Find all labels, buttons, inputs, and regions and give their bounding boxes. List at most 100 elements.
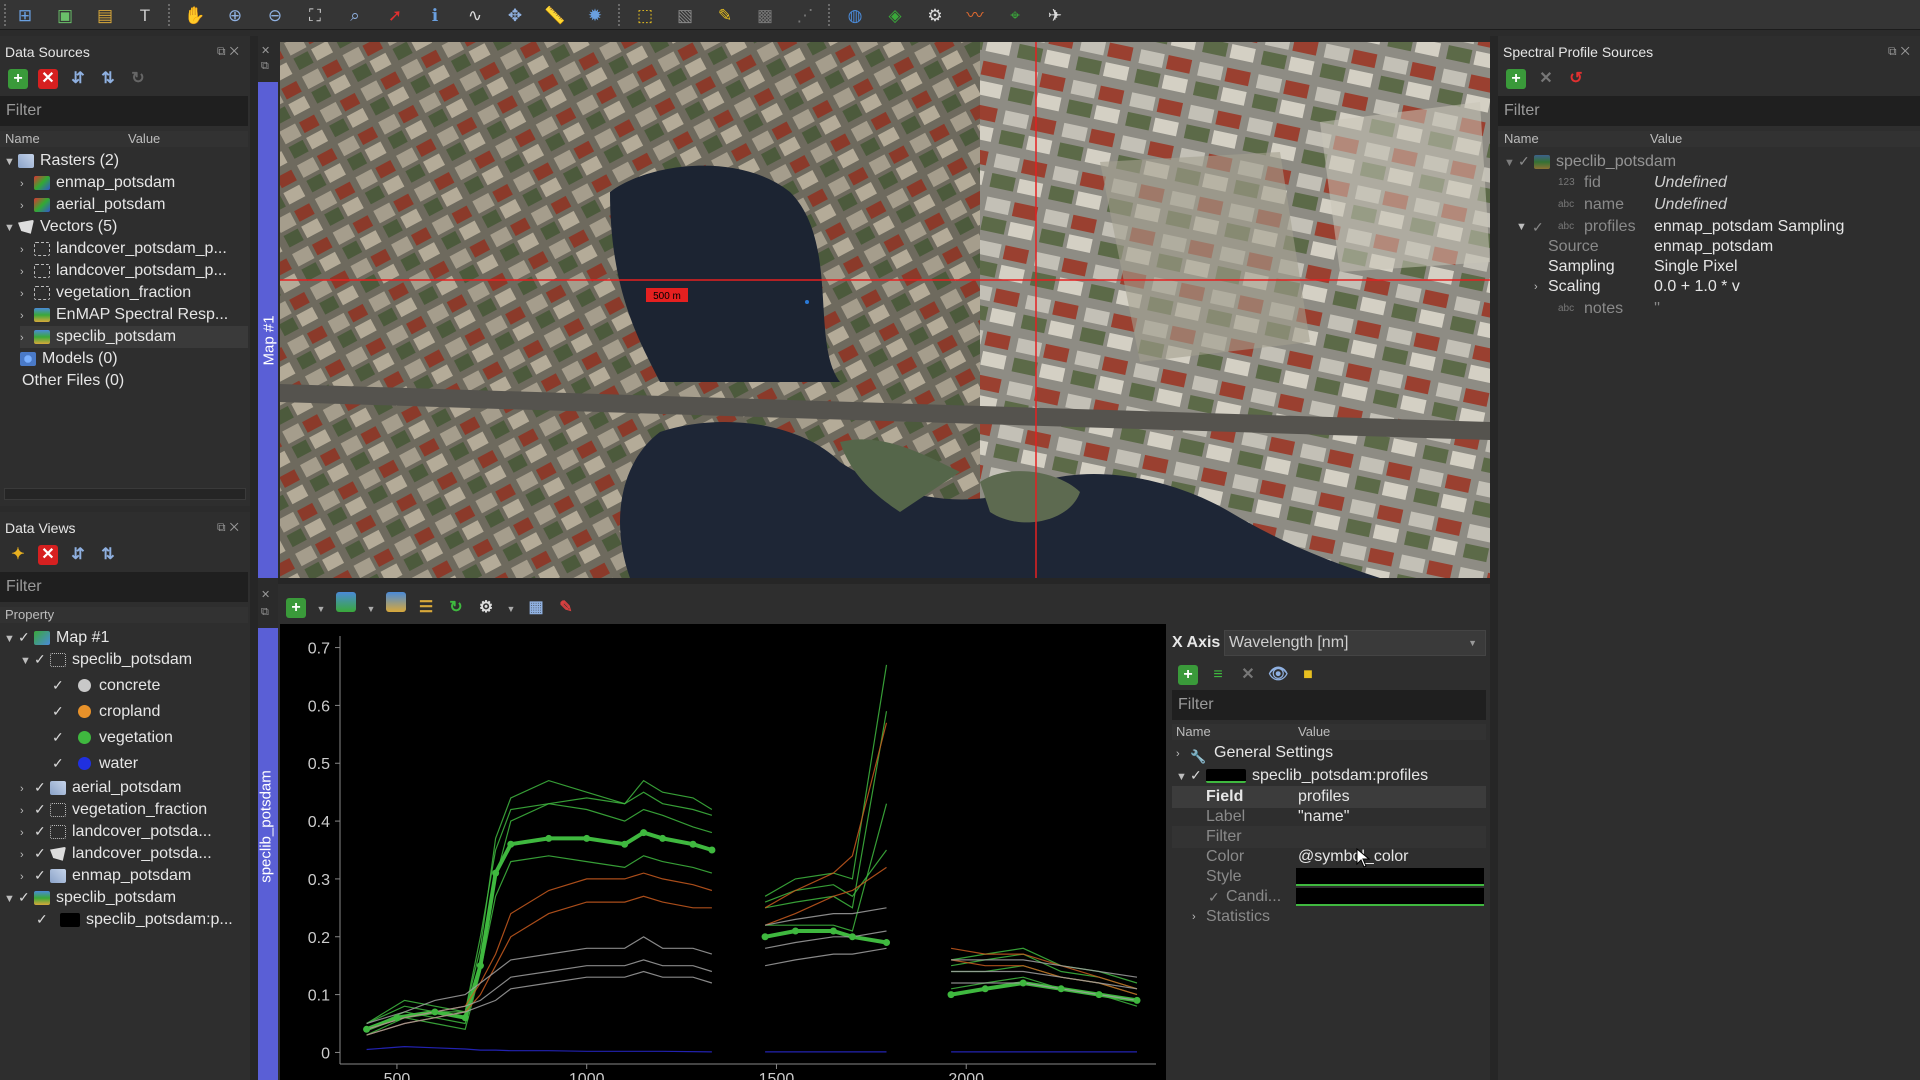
tree-item-other-files[interactable]: Other Files (0) bbox=[22, 370, 124, 392]
label-row[interactable]: Label "name" bbox=[1172, 806, 1486, 828]
filter-input[interactable]: Filter bbox=[1498, 96, 1920, 126]
location-pin-icon[interactable]: ⌖ bbox=[1002, 3, 1028, 27]
save-edits-icon[interactable]: ▩ bbox=[752, 3, 778, 27]
tree-item-models[interactable]: Models (0) bbox=[20, 348, 118, 370]
checkbox-icon[interactable]: ✓ bbox=[1208, 886, 1224, 908]
tree-item-landcover-1[interactable]: › landcover_potsdam_p... bbox=[20, 238, 227, 260]
tree-item-aerial[interactable]: › aerial_potsdam bbox=[20, 194, 165, 216]
layer-stack-icon[interactable]: ◈ bbox=[882, 3, 908, 27]
x-axis-select[interactable]: Wavelength [nm] ▼ bbox=[1224, 630, 1486, 656]
filter-row[interactable]: Filter bbox=[1172, 826, 1486, 848]
pan-icon[interactable]: ✋ bbox=[182, 3, 208, 27]
add-raster-icon[interactable]: ▤ bbox=[92, 3, 118, 27]
add-visualization-icon[interactable]: + bbox=[1178, 665, 1198, 685]
select-features-icon[interactable]: ⬚ bbox=[632, 3, 658, 27]
profile-visualization-row[interactable]: ▼ ✓ speclib_potsdam:profiles bbox=[1176, 764, 1428, 786]
tree-item-speclib[interactable]: › speclib_potsdam bbox=[20, 326, 248, 348]
checkbox-icon[interactable]: ✓ bbox=[18, 626, 34, 648]
open-project-icon[interactable]: ▣ bbox=[52, 3, 78, 27]
dock-close-icon[interactable]: ✕ bbox=[261, 44, 270, 57]
zoom-out-icon[interactable]: ⊖ bbox=[262, 3, 288, 27]
source-speclib-row[interactable]: ▼ ✓ speclib_potsdam bbox=[1504, 150, 1676, 172]
view-map-1[interactable]: ▼ ✓ Map #1 bbox=[4, 626, 109, 648]
add-profile-icon[interactable]: + bbox=[286, 598, 306, 618]
dock-close-icon[interactable]: ✕ bbox=[261, 588, 270, 601]
checkbox-icon[interactable]: ✓ bbox=[52, 674, 68, 696]
collapse-all-icon[interactable]: ⇵ bbox=[68, 545, 88, 565]
panel-float-close-icons[interactable]: ⧉✕ bbox=[1888, 44, 1914, 59]
horizontal-scrollbar[interactable] bbox=[4, 488, 246, 500]
add-view-icon[interactable]: ✦ bbox=[8, 545, 28, 565]
panel-float-close-icons[interactable]: ⧉✕ bbox=[217, 44, 243, 59]
source-row[interactable]: Source enmap_potsdam bbox=[1498, 236, 1920, 258]
dock-float-icon[interactable]: ⧉ bbox=[261, 60, 269, 73]
vertical-splitter[interactable] bbox=[250, 36, 258, 1080]
view-speclib-profiles[interactable]: ✓ speclib_potsdam:p... bbox=[36, 908, 233, 930]
remove-view-icon[interactable]: ✕ bbox=[38, 545, 58, 565]
scaling-row[interactable]: › Scaling 0.0 + 1.0 * v bbox=[1498, 276, 1920, 298]
collapse-all-icon[interactable]: ⇵ bbox=[68, 69, 88, 89]
checkbox-icon[interactable]: ✓ bbox=[18, 886, 34, 908]
select-cursor-icon[interactable]: ➚ bbox=[382, 3, 408, 27]
checkbox-icon[interactable]: ✓ bbox=[52, 700, 68, 722]
reset-icon[interactable]: ↺ bbox=[1566, 69, 1586, 89]
tree-item-landcover-2[interactable]: › landcover_potsdam_p... bbox=[20, 260, 227, 282]
spectral-wave-icon[interactable]: 〰 bbox=[962, 3, 988, 27]
satellite-icon[interactable]: ✈ bbox=[1042, 3, 1068, 27]
zoom-full-icon[interactable]: ⛶ bbox=[302, 3, 328, 27]
tree-item-rasters[interactable]: ▼ Rasters (2) bbox=[4, 150, 119, 172]
add-layer-icon[interactable]: ⊞ bbox=[12, 3, 38, 27]
copy-style-icon[interactable]: ■ bbox=[1298, 665, 1318, 685]
dropdown-arrow-icon[interactable]: ▼ bbox=[506, 599, 516, 619]
add-profile-source-icon[interactable]: + bbox=[1506, 69, 1526, 89]
spectral-profile-icon[interactable]: ∿ bbox=[462, 3, 488, 27]
tree-item-vectors[interactable]: ▼ Vectors (5) bbox=[4, 216, 117, 238]
spectral-plot[interactable]: 0 0.1 0.2 0.3 0.4 0.5 0.6 0.7 500 1000 1500 2000 bbox=[280, 624, 1166, 1080]
profile-settings-icon[interactable]: ✎ bbox=[556, 598, 576, 618]
class-water[interactable]: ✓ water bbox=[52, 752, 138, 774]
filter-input[interactable]: Filter bbox=[0, 572, 248, 602]
checkbox-icon[interactable]: ✓ bbox=[1190, 764, 1206, 786]
field-row[interactable]: Field profiles bbox=[1172, 786, 1486, 808]
dropdown-arrow-icon[interactable]: ▼ bbox=[366, 599, 376, 619]
expand-all-icon[interactable]: ⇅ bbox=[98, 545, 118, 565]
node-tool-icon[interactable]: ⋰ bbox=[792, 3, 818, 27]
settings-filter-input[interactable]: Filter bbox=[1172, 690, 1486, 720]
cursor-location-icon[interactable]: ✥ bbox=[502, 3, 528, 27]
map-canvas[interactable]: 500 m bbox=[280, 42, 1490, 578]
checkbox-icon[interactable]: ✓ bbox=[52, 752, 68, 774]
checkbox-icon[interactable]: ✓ bbox=[36, 908, 52, 930]
checkbox-icon[interactable]: ✓ bbox=[34, 820, 50, 842]
statistics-row[interactable]: › Statistics bbox=[1172, 906, 1486, 928]
remove-visualization-icon[interactable]: ✕ bbox=[1238, 665, 1258, 685]
reload-icon[interactable]: ↻ bbox=[446, 598, 466, 618]
style-row[interactable]: Style bbox=[1172, 866, 1486, 888]
class-vegetation[interactable]: ✓ vegetation bbox=[52, 726, 173, 748]
table-view-icon[interactable]: ▦ bbox=[526, 598, 546, 618]
measure-icon[interactable]: 📏 bbox=[542, 3, 568, 27]
view-landcover-2[interactable]: › ✓ landcover_potsda... bbox=[20, 842, 212, 864]
tree-item-vegetation-fraction[interactable]: › vegetation_fraction bbox=[20, 282, 191, 304]
edit-layer-icon[interactable]: ▧ bbox=[672, 3, 698, 27]
checkbox-icon[interactable]: ✓ bbox=[34, 648, 50, 670]
visibility-eye-icon[interactable]: 👁 bbox=[1268, 665, 1288, 685]
tree-item-enmap-srf[interactable]: › EnMAP Spectral Resp... bbox=[20, 304, 228, 326]
settings-icon[interactable]: ✹ bbox=[582, 3, 608, 27]
fid-row[interactable]: 123 fid Undefined bbox=[1498, 172, 1920, 194]
expand-all-icon[interactable]: ⇅ bbox=[98, 69, 118, 89]
sampling-row[interactable]: Sampling Single Pixel bbox=[1498, 256, 1920, 278]
gear-algorithm-icon[interactable]: ⚙ bbox=[922, 3, 948, 27]
add-text-icon[interactable]: T bbox=[132, 3, 158, 27]
class-concrete[interactable]: ✓ concrete bbox=[52, 674, 160, 696]
speclib-import-icon[interactable] bbox=[386, 592, 406, 612]
zoom-in-icon[interactable]: ⊕ bbox=[222, 3, 248, 27]
checkbox-icon[interactable]: ✓ bbox=[34, 798, 50, 820]
profiles-row[interactable]: ▼ ✓ abc profiles enmap_potsdam Sampling bbox=[1498, 216, 1920, 238]
panel-float-close-icons[interactable]: ⧉✕ bbox=[217, 520, 243, 535]
checkbox-icon[interactable]: ✓ bbox=[34, 776, 50, 798]
view-landcover-1[interactable]: › ✓ landcover_potsda... bbox=[20, 820, 212, 842]
remove-source-icon[interactable]: ✕ bbox=[38, 69, 58, 89]
dropdown-arrow-icon[interactable]: ▼ bbox=[316, 599, 326, 619]
checkbox-icon[interactable]: ✓ bbox=[1518, 150, 1534, 172]
layers-icon[interactable]: ≡ bbox=[1208, 665, 1228, 685]
